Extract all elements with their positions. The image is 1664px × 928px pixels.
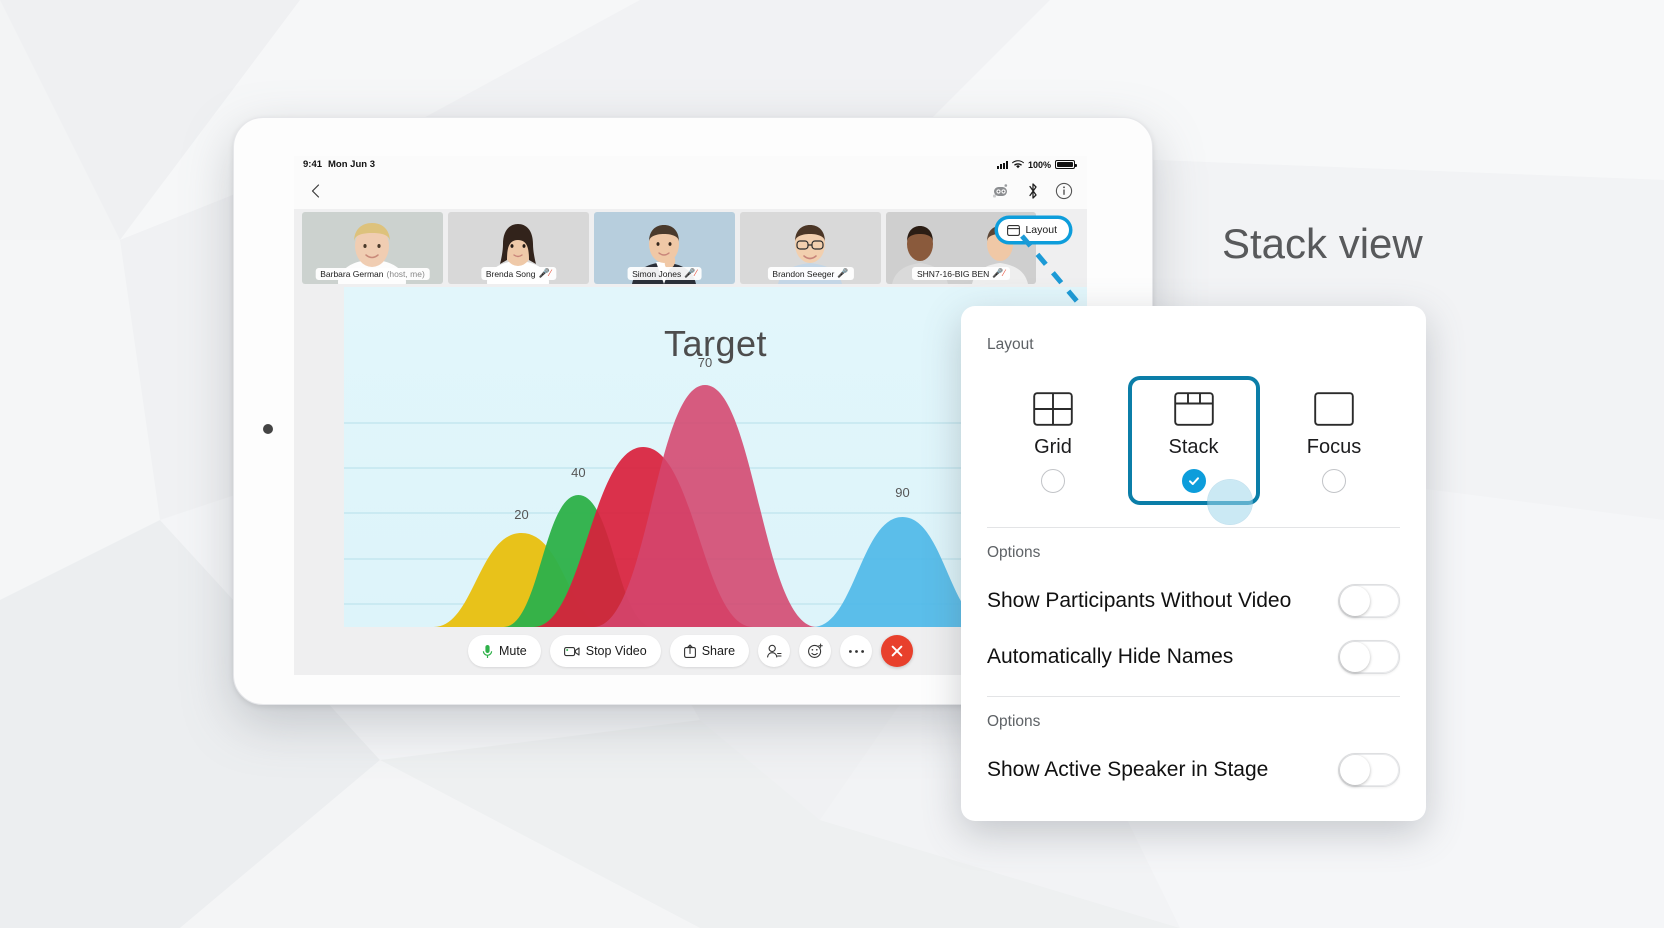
status-time: 9:41 <box>303 159 323 170</box>
option-automatically-hide-names[interactable]: Automatically Hide Names <box>987 640 1400 674</box>
tablet-camera-dot <box>263 424 273 434</box>
participant-tile[interactable]: Simon Jones 🎤⁄ <box>594 212 735 284</box>
layout-mode-group: Grid Stack Focus <box>987 376 1400 505</box>
option-label: Automatically Hide Names <box>987 645 1234 668</box>
participant-name-label: SHN7-16-BIG BEN 🎤⁄ <box>912 267 1010 280</box>
touch-indicator <box>1208 480 1252 524</box>
chart-label-90: 90 <box>895 485 909 500</box>
microphone-on-icon: 🎤 <box>837 268 849 278</box>
cellular-signal-icon <box>996 161 1008 169</box>
caption-stack-view: Stack view <box>1222 220 1423 267</box>
mute-button[interactable]: Mute <box>467 635 541 667</box>
toggle-show-participants-without-video[interactable] <box>1338 584 1400 618</box>
layout-mode-focus[interactable]: Focus <box>1268 376 1400 505</box>
bluetooth-icon[interactable] <box>1027 182 1039 200</box>
focus-layout-icon <box>1314 392 1354 426</box>
more-icon <box>848 649 864 653</box>
layout-mode-grid[interactable]: Grid <box>987 376 1119 505</box>
participant-name-label: Barbara German (host, me) <box>315 268 430 280</box>
participant-filmstrip[interactable]: Barbara German (host, me) Brenda Song 🎤⁄ <box>294 209 1087 287</box>
share-icon <box>683 644 696 658</box>
wifi-icon <box>1011 160 1024 169</box>
option-label: Show Participants Without Video <box>987 589 1292 612</box>
layout-mode-focus-label: Focus <box>1306 436 1362 458</box>
participant-name: Barbara German <box>320 269 384 279</box>
ios-status-bar: 9:41 Mon Jun 3 100% <box>294 156 1087 173</box>
participants-icon <box>767 644 782 658</box>
layout-mode-grid-radio[interactable] <box>1041 469 1065 493</box>
share-button[interactable]: Share <box>669 635 750 667</box>
microphone-muted-icon: 🎤⁄ <box>992 268 1005 278</box>
participant-role: (host, me) <box>386 269 425 279</box>
layout-icon <box>1007 224 1021 236</box>
layout-mode-stack-radio[interactable] <box>1181 469 1206 493</box>
participant-name: Simon Jones <box>632 268 682 279</box>
option-show-participants-without-video[interactable]: Show Participants Without Video <box>987 584 1400 618</box>
chart-label-40: 40 <box>571 465 585 480</box>
layout-mode-stack-label: Stack <box>1168 436 1219 458</box>
share-button-label: Share <box>701 644 736 658</box>
participant-name-label: Brandon Seeger 🎤 <box>767 267 854 280</box>
participant-name: Brandon Seeger <box>772 268 835 279</box>
participant-name-label: Simon Jones 🎤⁄ <box>627 267 702 280</box>
participants-button[interactable] <box>758 635 791 667</box>
stop-video-button-label: Stop Video <box>585 644 647 658</box>
mute-button-label: Mute <box>498 644 527 658</box>
toggle-automatically-hide-names[interactable] <box>1338 640 1400 674</box>
option-label: Show Active Speaker in Stage <box>987 758 1269 781</box>
popover-heading: Layout <box>987 336 1034 353</box>
layout-popover: Layout Grid Stack Focus Options Show Par… <box>961 306 1426 821</box>
participant-name-label: Brenda Song 🎤⁄ <box>480 267 557 280</box>
participant-tile[interactable]: Brandon Seeger 🎤 <box>740 212 881 284</box>
chevron-left-icon[interactable] <box>308 183 324 199</box>
microphone-muted-icon: 🎤⁄ <box>684 268 697 278</box>
option-show-active-speaker-in-stage[interactable]: Show Active Speaker in Stage <box>987 753 1400 787</box>
participant-tile[interactable]: Brenda Song 🎤⁄ <box>448 212 589 284</box>
end-call-button[interactable] <box>881 635 914 667</box>
reactions-icon <box>807 643 823 658</box>
toggle-show-active-speaker-in-stage[interactable] <box>1338 753 1400 787</box>
reactions-button[interactable] <box>799 635 832 667</box>
participant-tile[interactable]: Barbara German (host, me) <box>302 212 443 284</box>
info-icon[interactable] <box>1055 182 1073 200</box>
divider <box>987 527 1400 528</box>
layout-button[interactable]: Layout <box>998 219 1069 241</box>
status-date: Mon Jun 3 <box>328 159 375 170</box>
options-section-label: Options <box>987 544 1041 561</box>
microphone-muted-icon: 🎤⁄ <box>538 268 552 278</box>
participant-name: Brenda Song <box>485 268 536 279</box>
stop-video-button[interactable]: Stop Video <box>549 635 661 667</box>
participant-name: SHN7-16-BIG BEN <box>917 268 990 279</box>
end-call-icon <box>891 645 903 657</box>
options-section-label-2: Options <box>987 713 1041 730</box>
battery-icon <box>1055 160 1077 169</box>
chart-label-20: 20 <box>514 507 528 522</box>
bot-icon[interactable] <box>991 183 1011 199</box>
camera-icon <box>563 646 580 656</box>
stack-layout-icon <box>1173 392 1214 426</box>
layout-button-label: Layout <box>1025 224 1057 236</box>
more-options-button[interactable] <box>840 635 873 667</box>
microphone-icon <box>482 644 493 658</box>
check-icon <box>1188 477 1199 485</box>
layout-mode-focus-radio[interactable] <box>1322 469 1346 493</box>
grid-layout-icon <box>1033 392 1073 426</box>
battery-percent: 100% <box>1027 159 1051 170</box>
layout-mode-grid-label: Grid <box>1034 436 1072 458</box>
app-nav-bar <box>294 173 1087 209</box>
divider <box>987 696 1400 697</box>
